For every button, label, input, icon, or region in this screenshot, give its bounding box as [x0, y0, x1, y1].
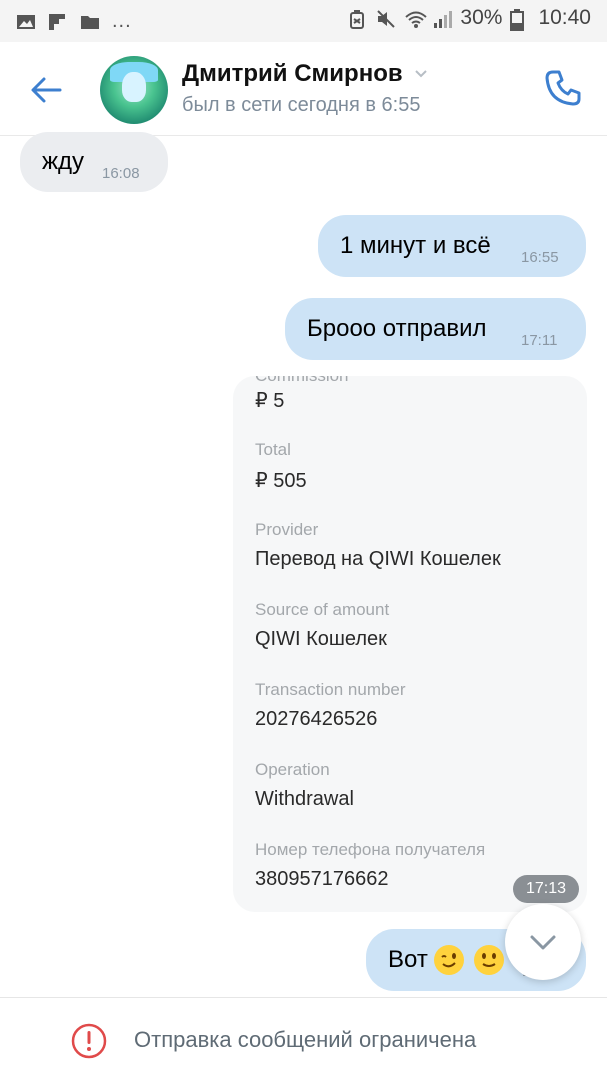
arrow-left-icon [31, 77, 62, 103]
message-time: 16:55 [521, 249, 559, 266]
phone-icon [545, 70, 581, 106]
status-left-icons: ... [16, 10, 132, 33]
more-notifications: ... [112, 10, 132, 32]
receipt-label-total: Total [255, 440, 291, 459]
restriction-footer: Отправка сообщений ограничена [0, 997, 607, 1080]
status-bar: ... 30% 10:40 [0, 0, 607, 42]
warning-icon [71, 1023, 107, 1059]
avatar-face [122, 72, 146, 102]
battery-percent: 30% [460, 6, 503, 29]
receipt-value-source: QIWI Кошелек [255, 628, 387, 650]
status-right: 30% 10:40 [348, 6, 591, 31]
receipt-cut-label: Commission [255, 376, 349, 386]
clock: 10:40 [538, 6, 591, 29]
receipt-time-badge: 17:13 [513, 875, 579, 903]
receipt-commission-value: ₽ 5 [255, 390, 285, 412]
wifi-icon [404, 9, 428, 28]
slightly-smiling-face-icon [474, 945, 504, 975]
back-button[interactable] [26, 70, 66, 110]
chevron-down-icon[interactable] [413, 66, 429, 82]
last-seen-status: был в сети сегодня в 6:55 [182, 94, 421, 116]
receipt-label-transaction: Transaction number [255, 680, 406, 699]
receipt-value-total: ₽ 505 [255, 470, 307, 492]
receipt-label-phone: Номер телефона получателя [255, 840, 486, 859]
avatar[interactable] [100, 56, 168, 124]
message-text: 1 минут и всё [340, 232, 491, 259]
message-time: 16:08 [102, 165, 140, 182]
clean-icon [348, 9, 368, 29]
message-outgoing[interactable]: Броoo отправил 17:11 [285, 298, 586, 360]
message-text: жду [42, 148, 85, 175]
scroll-down-button[interactable] [505, 904, 581, 980]
battery-icon [510, 9, 530, 31]
chat-header: Дмитрий Смирнов был в сети сегодня в 6:5… [0, 42, 607, 136]
call-button[interactable] [541, 66, 585, 110]
message-incoming[interactable]: жду 16:08 [20, 132, 168, 192]
image-icon [16, 13, 36, 31]
message-time: 17:11 [521, 332, 558, 349]
mute-icon [376, 9, 396, 28]
receipt-value-provider: Перевод на QIWI Кошелек [255, 548, 501, 570]
message-text: Броoo отправил [307, 315, 487, 342]
message-text: Вот [388, 946, 428, 973]
signal-icon [432, 9, 453, 28]
flipboard-icon [48, 13, 68, 31]
message-outgoing[interactable]: 1 минут и всё 16:55 [318, 215, 586, 277]
contact-name-row[interactable]: Дмитрий Смирнов [182, 60, 429, 88]
contact-name[interactable]: Дмитрий Смирнов [182, 60, 403, 88]
receipt-image[interactable]: Commission ₽ 5 Total ₽ 505 Provider Пере… [233, 376, 587, 912]
receipt-value-transaction: 20276426526 [255, 708, 378, 730]
restriction-text: Отправка сообщений ограничена [134, 1027, 477, 1052]
receipt-value-operation: Withdrawal [255, 788, 354, 810]
folder-icon [80, 13, 100, 31]
chevron-down-icon [530, 935, 556, 950]
receipt-value-phone: 380957176662 [255, 868, 389, 890]
winking-face-icon [434, 945, 464, 975]
receipt-label-provider: Provider [255, 520, 319, 539]
receipt-label-operation: Operation [255, 760, 330, 779]
receipt-label-source: Source of amount [255, 600, 390, 619]
